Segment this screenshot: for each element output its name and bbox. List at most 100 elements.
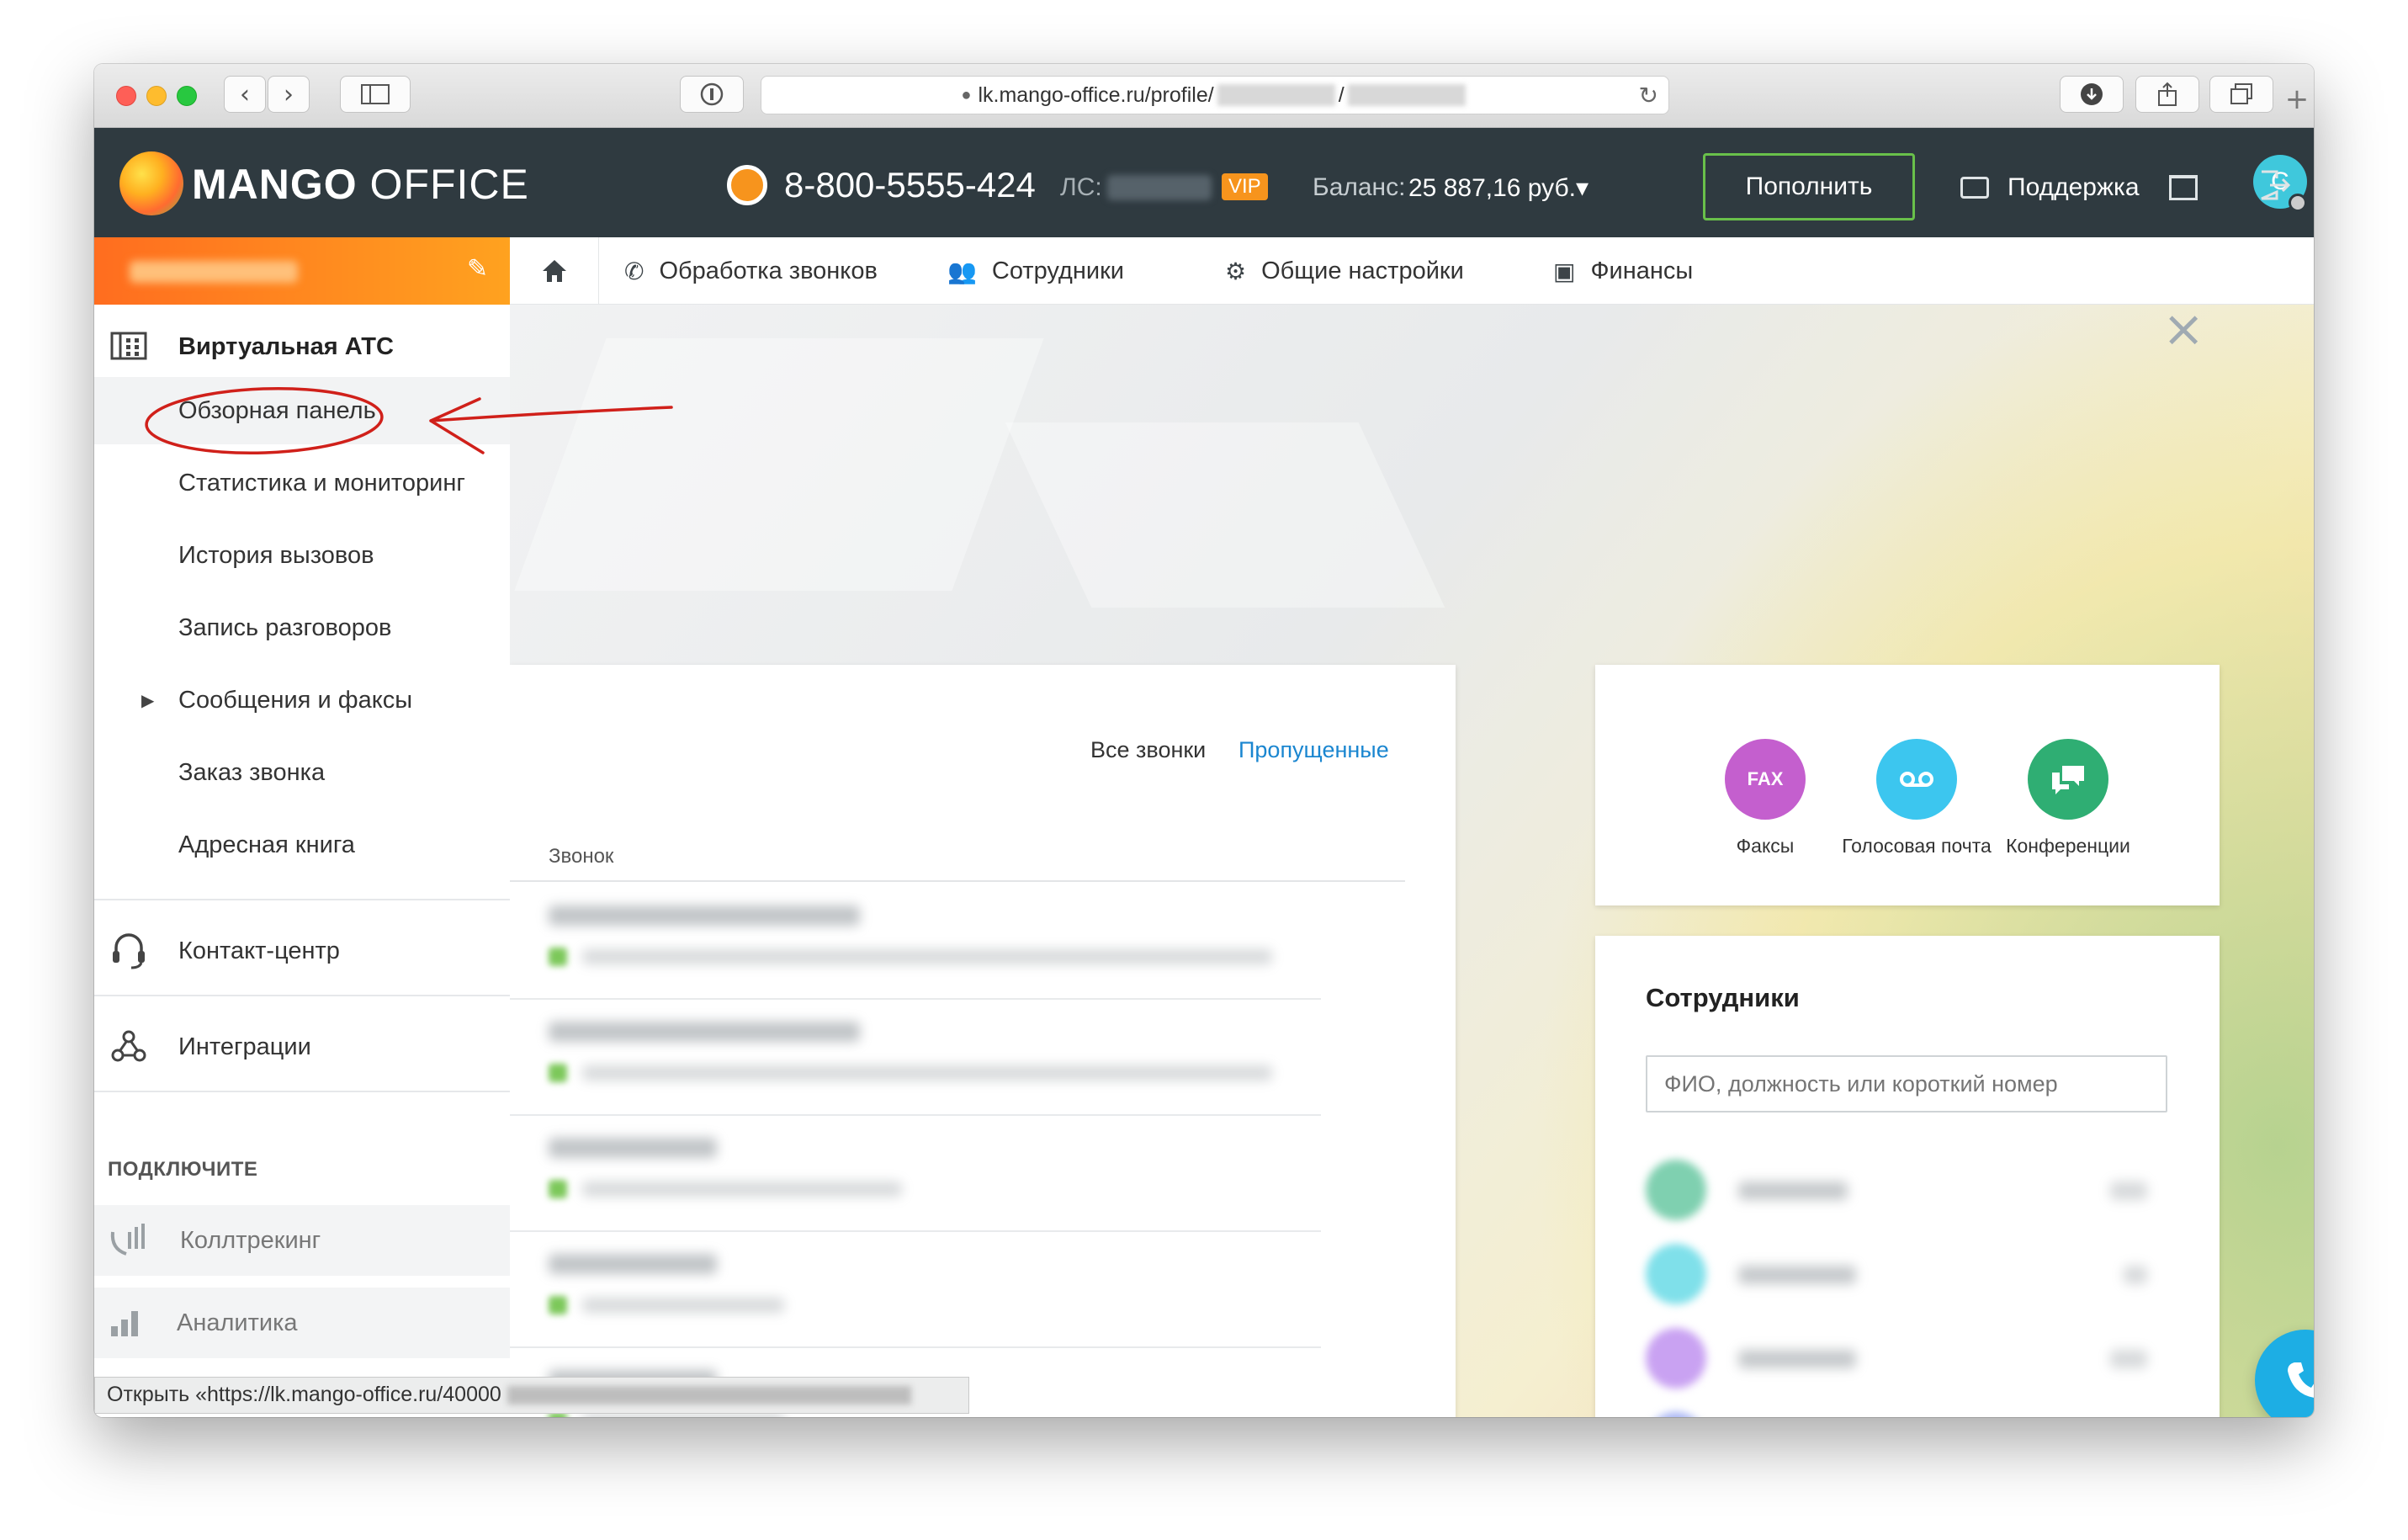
employee-ext-redacted [2110,1350,2147,1368]
sidebar-item-integrations[interactable]: Интеграции [94,1013,510,1081]
caller-redacted [549,1254,717,1274]
balance-value[interactable]: 25 887,16 руб.▾ [1408,173,1589,203]
zoom-window-button[interactable] [177,86,197,106]
sidebar-item-contact-center[interactable]: Контакт-центр [94,917,510,985]
sidebar: ✎ Виртуальная АТС Обзорная панель Статис… [94,237,510,1417]
employees-search-input[interactable] [1646,1055,2167,1113]
sidebar-item-label: Интеграции [178,1033,311,1060]
status-url-redacted [507,1386,911,1405]
sidebar-item-label: Адресная книга [178,831,355,858]
quick-action-label: Голосовая почта [1842,835,1992,857]
recent-calls-card: Все звонки Пропущенные Звонок [510,665,1456,1417]
logo-text[interactable]: MANGO OFFICE [192,160,529,209]
avatar [1646,1160,1706,1220]
section-virtual-pbx[interactable]: Виртуальная АТС [178,333,394,361]
forward-button[interactable]: › [268,76,310,113]
filter-all-calls[interactable]: Все звонки [1090,737,1206,763]
url-text: lk.mango-office.ru/profile/ [978,82,1214,107]
filter-missed-calls[interactable]: Пропущенные [1238,737,1389,763]
sidebar-item-label: Обзорная панель [178,396,376,424]
logout-icon[interactable] [2258,168,2292,202]
list-item[interactable] [1646,1227,2167,1311]
sidebar-toggle-button[interactable] [340,76,411,113]
status-text: Открыть «https://lk.mango-office.ru/4000… [107,1383,501,1406]
divider [94,899,510,900]
sidebar-item-dashboard[interactable]: Обзорная панель [94,377,510,444]
call-details-redacted [582,1182,902,1197]
close-window-button[interactable] [116,86,136,106]
divider [94,1091,510,1092]
avatar [1646,1244,1706,1304]
share-button[interactable] [2135,76,2199,113]
table-row[interactable] [510,884,1321,1000]
support-link[interactable]: Поддержка [2008,173,2140,202]
organization-bar[interactable]: ✎ [94,237,510,305]
tab-employees[interactable]: 👥 Сотрудники [947,237,1124,305]
tab-finance[interactable]: ▣ Финансы [1553,237,1693,305]
tab-settings[interactable]: ⚙ Общие настройки [1225,237,1464,305]
sidebar-item-label: Заказ звонка [178,758,326,786]
home-tab[interactable] [510,237,599,305]
quick-action-voicemail[interactable]: Голосовая почта [1841,739,1992,858]
chevron-right-icon: › [284,79,294,109]
sidebar-item-calltracking[interactable]: Коллтрекинг [94,1205,510,1276]
caller-redacted [549,1138,717,1158]
sidebar-item-label: Сообщения и факсы [178,686,413,714]
close-banner-icon[interactable]: × [2162,300,2204,358]
chevron-left-icon: ‹ [240,79,250,109]
phone-icon [2288,1362,2314,1398]
employees-card: Сотрудники [1595,936,2220,1417]
logo-bold: MANGO [192,161,358,208]
tabs-overview-button[interactable] [2209,76,2273,113]
quick-action-faxes[interactable]: FAX Факсы [1689,739,1841,858]
downloads-button[interactable] [2060,76,2124,113]
new-tab-button[interactable]: + [2280,82,2314,128]
address-bar[interactable]: ● lk.mango-office.ru/profile/ / ↻ [761,76,1669,114]
lock-icon: ● [961,85,972,104]
sidebar-item-address-book[interactable]: Адресная книга [94,811,510,879]
tab-call-processing[interactable]: ✆ Обработка звонков [624,237,878,305]
sidebar-item-analytics[interactable]: Аналитика [94,1288,510,1358]
privacy-button[interactable] [680,76,744,113]
sidebar-item-call-history[interactable]: История вызовов [94,522,510,589]
vip-badge: VIP [1222,173,1268,200]
reload-icon[interactable]: ↻ [1639,82,1658,109]
connect-section-title: ПОДКЛЮЧИТЕ [108,1158,258,1181]
employee-ext-redacted [2110,1182,2147,1200]
fax-icon: FAX [1725,739,1806,820]
sidebar-item-label: Аналитика [177,1309,298,1336]
conference-icon [2028,739,2108,820]
back-button[interactable]: ‹ [224,76,266,113]
check-icon [549,1180,567,1198]
list-item[interactable] [1646,1311,2167,1395]
table-row[interactable] [510,1232,1321,1348]
minimize-window-button[interactable] [146,86,167,106]
book-icon[interactable] [2169,175,2198,200]
chat-icon[interactable] [1960,177,1989,199]
pencil-icon[interactable]: ✎ [467,254,488,284]
list-item[interactable] [1646,1395,2167,1417]
employee-ext-redacted [2124,1266,2147,1284]
bar-chart-icon [111,1311,138,1336]
call-details-redacted [582,1298,784,1313]
sidebar-item-recordings[interactable]: Запись разговоров [94,594,510,661]
logo-light: OFFICE [357,161,529,208]
table-row[interactable] [510,1116,1321,1232]
sidebar-item-callback[interactable]: Заказ звонка [94,739,510,806]
divider [510,880,1405,882]
sidebar-item-messages[interactable]: ▶ Сообщения и факсы [94,666,510,734]
main-content: ✆ Обработка звонков 👥 Сотрудники ⚙ Общие на… [510,237,2314,1417]
caller-redacted [549,1022,860,1042]
quick-actions-card: FAX Факсы Голосовая почта Конференции [1595,665,2220,905]
caret-right-icon[interactable]: ▶ [141,690,154,710]
quick-action-conferences[interactable]: Конференции [1992,739,2144,858]
topup-button[interactable]: Пополнить [1703,153,1915,220]
employee-name-redacted [1738,1182,1848,1200]
sidebar-icon [361,84,390,104]
sidebar-item-label: Контакт-центр [178,937,340,964]
share-icon [2158,82,2177,106]
list-item[interactable] [1646,1143,2167,1227]
table-row[interactable] [510,1000,1321,1116]
quick-action-label: Факсы [1736,835,1795,857]
sidebar-item-statistics[interactable]: Статистика и мониторинг [94,449,510,517]
